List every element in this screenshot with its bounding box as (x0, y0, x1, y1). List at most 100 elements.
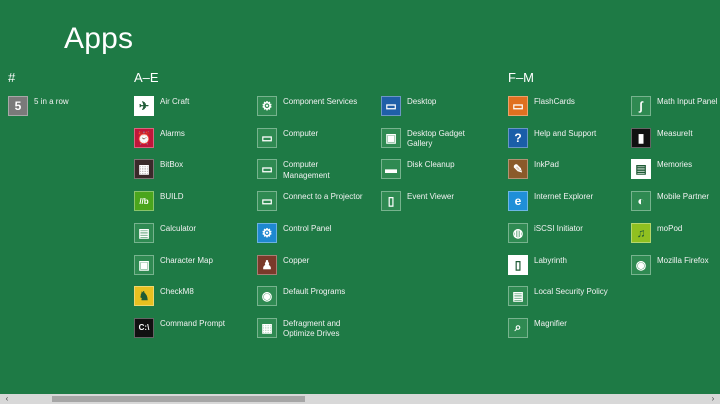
scroll-thumb[interactable] (52, 396, 305, 402)
app-tile[interactable]: 5 5 in a row (8, 96, 114, 124)
app-tile[interactable]: ▦ BitBox (134, 159, 240, 187)
app-label: Connect to a Projector (283, 192, 363, 202)
desktop-icon: ▭ (381, 96, 401, 116)
app-tile[interactable]: ▭ Computer (257, 127, 363, 156)
app-tile[interactable]: ⚙ Component Services (257, 96, 363, 124)
app-label: Command Prompt (160, 318, 225, 328)
app-tile[interactable]: ✎ InkPad (508, 159, 614, 187)
app-tile[interactable]: ▣ Desktop Gadget Gallery (381, 127, 487, 156)
app-label: Computer (283, 128, 319, 138)
app-tile[interactable]: ♟ Copper (257, 254, 363, 283)
app-tile[interactable]: ▯ Event Viewer (381, 191, 487, 219)
app-label: Desktop (407, 97, 437, 106)
app-tile[interactable]: ⌕ Magnifier (508, 317, 614, 346)
app-label: FlashCards (534, 97, 575, 106)
magnifier-icon: ⌕ (508, 317, 528, 338)
app-tile[interactable]: ▭ Connect to a Projector (257, 191, 363, 219)
horizontal-scrollbar[interactable]: ‹ › (0, 394, 720, 404)
app-label: Air Craft (160, 97, 190, 106)
app-tile[interactable]: ▣ Character Map (134, 254, 240, 283)
build-icon: //b (134, 191, 154, 212)
mobile-partner-icon: ◐ (631, 191, 651, 212)
app-label: Math Input Panel (657, 97, 718, 106)
app-tile[interactable]: ♫ moPod (631, 222, 720, 251)
app-label: Calculator (160, 223, 197, 233)
control-panel-icon: ⚙ (257, 222, 277, 243)
app-tile[interactable]: ◉ Mozilla Firefox (631, 254, 720, 283)
app-label: Internet Explorer (534, 192, 594, 202)
app-label: BitBox (160, 160, 184, 170)
app-label: BUILD (160, 192, 184, 202)
app-tile[interactable]: ∫ Math Input Panel (631, 96, 720, 124)
app-label: 5 in a row (34, 97, 69, 106)
app-label: iSCSI Initiator (534, 223, 583, 233)
security-policy-icon: ▤ (508, 286, 528, 307)
app-label: Help and Support (534, 128, 597, 138)
calculator-icon: ▤ (134, 222, 154, 243)
labyrinth-icon: ▯ (508, 254, 528, 275)
checkm8-icon: ♞ (134, 286, 154, 307)
app-label: CheckM8 (160, 287, 194, 297)
app-label: Defragment and Optimize Drives (283, 318, 341, 339)
app-tile[interactable]: ? Help and Support (508, 127, 614, 156)
app-label: Event Viewer (407, 192, 454, 202)
memories-icon: ▤ (631, 159, 651, 180)
iscsi-icon: ◍ (508, 222, 528, 243)
computer-management-icon: ▭ (257, 159, 277, 180)
app-tile[interactable]: ▭ FlashCards (508, 96, 614, 124)
app-label: Magnifier (534, 318, 567, 328)
app-tile[interactable]: //b BUILD (134, 191, 240, 219)
app-tile[interactable]: ▦ Defragment and Optimize Drives (257, 317, 363, 346)
component-services-icon: ⚙ (257, 96, 277, 116)
app-label: Labyrinth (534, 255, 567, 265)
flashcards-icon: ▭ (508, 96, 528, 116)
computer-icon: ▭ (257, 127, 277, 148)
app-tile[interactable]: ♞ CheckM8 (134, 286, 240, 314)
app-tile[interactable]: ⚙ Control Panel (257, 222, 363, 251)
five-icon: 5 (8, 96, 28, 116)
app-tile[interactable]: ⏰ Alarms (134, 127, 240, 156)
app-tile[interactable]: C:\ Command Prompt (134, 317, 240, 346)
app-tile[interactable]: ▯ Labyrinth (508, 254, 614, 283)
app-label: Computer Management (283, 160, 330, 180)
app-tile[interactable]: ▤ Memories (631, 159, 720, 187)
app-label: Mobile Partner (657, 192, 710, 202)
event-viewer-icon: ▯ (381, 191, 401, 212)
scroll-right-icon[interactable]: › (706, 394, 720, 404)
app-label: Disk Cleanup (407, 160, 455, 170)
app-label: Local Security Policy (534, 287, 608, 297)
character-map-icon: ▣ (134, 254, 154, 275)
app-tile[interactable]: ▭ Desktop (381, 96, 487, 124)
scroll-left-icon[interactable]: ‹ (0, 394, 14, 404)
app-tile[interactable]: ▬ Disk Cleanup (381, 159, 487, 187)
disk-cleanup-icon: ▬ (381, 159, 401, 180)
app-tile[interactable]: ▭ Computer Management (257, 159, 363, 187)
alarm-clock-icon: ⏰ (134, 127, 154, 148)
command-prompt-icon: C:\ (134, 317, 154, 338)
app-label: Default Programs (283, 287, 346, 297)
app-tile[interactable]: ◐ Mobile Partner (631, 191, 720, 219)
mopod-icon: ♫ (631, 222, 651, 243)
app-label: Alarms (160, 128, 185, 138)
app-label: moPod (657, 223, 683, 233)
app-label: Component Services (283, 97, 358, 106)
app-label: Character Map (160, 255, 213, 265)
projector-icon: ▭ (257, 191, 277, 212)
page-title: Apps (64, 22, 134, 55)
app-tile[interactable]: ◉ Default Programs (257, 286, 363, 314)
paper-plane-icon: ✈ (134, 96, 154, 116)
default-programs-icon: ◉ (257, 286, 277, 307)
app-tile[interactable]: ◍ iSCSI Initiator (508, 222, 614, 251)
app-tile[interactable]: ▤ Calculator (134, 222, 240, 251)
group-header-a-e: A–E (134, 70, 159, 85)
app-label: Desktop Gadget Gallery (407, 128, 465, 149)
app-tile[interactable]: ✈ Air Craft (134, 96, 240, 124)
bitbox-icon: ▦ (134, 159, 154, 180)
app-tile[interactable]: e Internet Explorer (508, 191, 614, 219)
math-input-icon: ∫ (631, 96, 651, 116)
group-header-hash: # (8, 70, 16, 85)
firefox-icon: ◉ (631, 254, 651, 275)
app-label: Copper (283, 255, 310, 265)
app-tile[interactable]: ▤ Local Security Policy (508, 286, 614, 314)
app-tile[interactable]: ▮ MeasureIt (631, 127, 720, 156)
